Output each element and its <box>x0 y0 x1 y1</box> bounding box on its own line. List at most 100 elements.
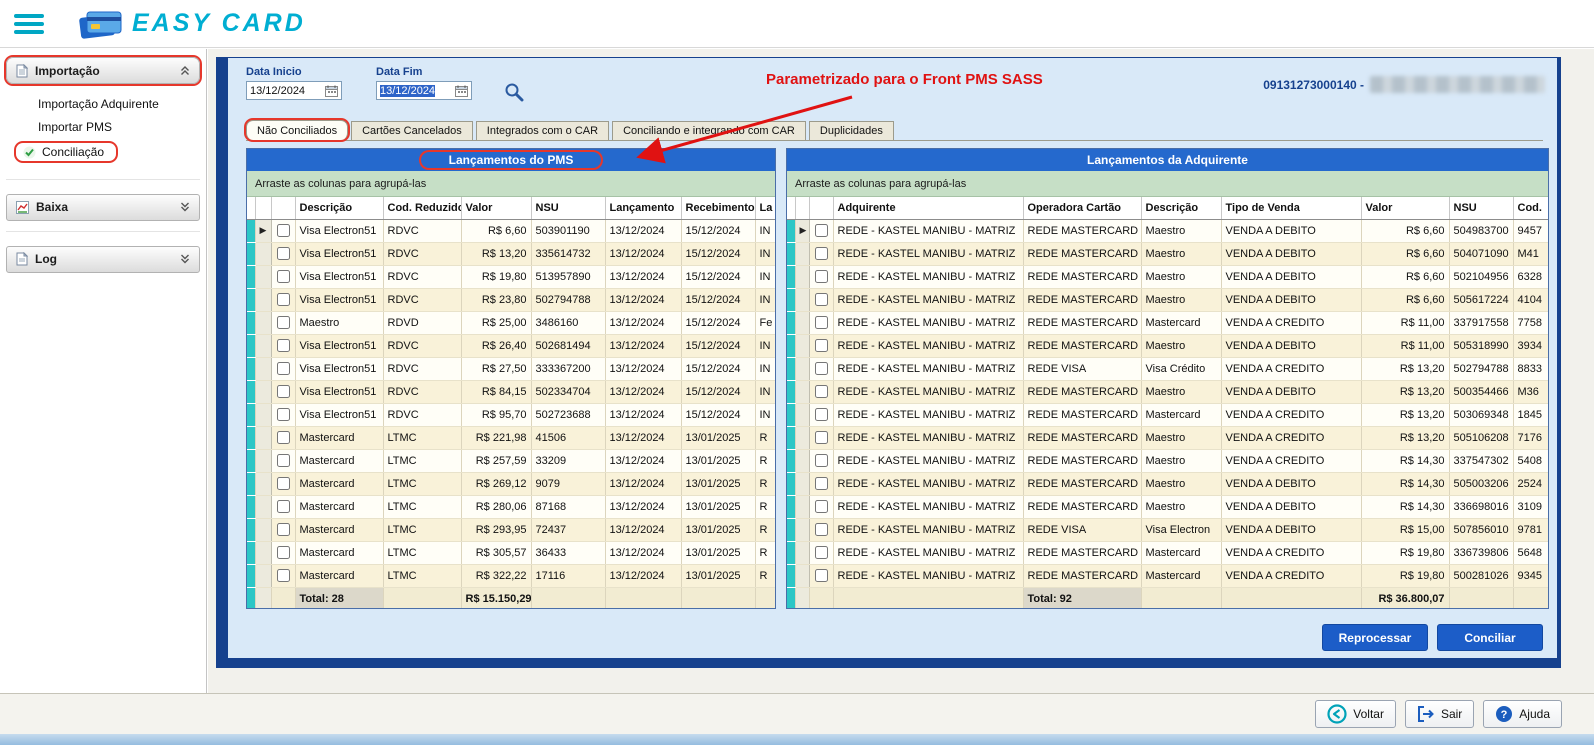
tab-cartoes-cancelados[interactable]: Cartões Cancelados <box>351 121 473 140</box>
column-header[interactable]: Valor <box>1361 197 1450 220</box>
table-row[interactable]: Mastercard LTMC R$ 269,12 9079 13/12/2024 13/… <box>247 472 775 496</box>
row-checkbox[interactable] <box>276 316 290 329</box>
table-row[interactable]: ▶ Visa Electron51 RDVC R$ 6,60 503901190 13/1… <box>247 219 775 243</box>
column-header[interactable]: Tipo de Venda <box>1221 197 1362 220</box>
search-button[interactable] <box>504 82 524 105</box>
row-selector[interactable] <box>255 449 272 473</box>
row-checkbox[interactable] <box>276 362 290 375</box>
column-header[interactable]: Adquirente <box>833 197 1024 220</box>
row-checkbox[interactable] <box>814 523 828 536</box>
row-checkbox[interactable] <box>814 316 828 329</box>
table-row[interactable]: Visa Electron51 RDVC R$ 27,50 333367200 13/1… <box>247 357 775 381</box>
row-checkbox[interactable] <box>276 431 290 444</box>
conciliar-button[interactable]: Conciliar <box>1437 624 1543 651</box>
table-row[interactable]: ▶ REDE - KASTEL MANIBU - MATRIZ REDE MASTE… <box>787 219 1548 243</box>
table-row[interactable]: Visa Electron51 RDVC R$ 95,70 502723688 13/1… <box>247 403 775 427</box>
row-checkbox[interactable] <box>814 431 828 444</box>
reprocessar-button[interactable]: Reprocessar <box>1322 624 1428 651</box>
row-selector[interactable] <box>795 518 810 542</box>
calendar-icon[interactable] <box>325 85 338 97</box>
column-header[interactable]: Lançamento <box>605 197 682 220</box>
row-check-cell[interactable] <box>809 495 834 519</box>
table-row[interactable]: REDE - KASTEL MANIBU - MATRIZ REDE MASTER… <box>787 495 1548 519</box>
row-checkbox[interactable] <box>814 270 828 283</box>
row-selector[interactable] <box>255 564 272 588</box>
column-header[interactable]: Cod. Reduzido <box>383 197 462 220</box>
row-check-cell[interactable] <box>271 311 296 335</box>
row-selector[interactable] <box>795 449 810 473</box>
row-checkbox[interactable] <box>276 569 290 582</box>
table-row[interactable]: Mastercard LTMC R$ 305,57 36433 13/12/2024 13… <box>247 541 775 565</box>
table-row[interactable]: REDE - KASTEL MANIBU - MATRIZ REDE MASTER… <box>787 334 1548 358</box>
table-row[interactable]: Visa Electron51 RDVC R$ 84,15 502334704 13/1… <box>247 380 775 404</box>
table-row[interactable]: REDE - KASTEL MANIBU - MATRIZ REDE MASTER… <box>787 472 1548 496</box>
row-check-cell[interactable] <box>271 518 296 542</box>
row-checkbox[interactable] <box>814 339 828 352</box>
table-row[interactable]: Mastercard LTMC R$ 293,95 72437 13/12/2024 13… <box>247 518 775 542</box>
row-check-cell[interactable] <box>809 564 834 588</box>
pms-group-drop-zone[interactable]: Arraste as colunas para agrupá-las <box>247 171 775 197</box>
row-checkbox[interactable] <box>814 385 828 398</box>
row-checkbox[interactable] <box>276 224 290 237</box>
table-row[interactable]: REDE - KASTEL MANIBU - MATRIZ REDE MASTER… <box>787 426 1548 450</box>
column-header[interactable]: NSU <box>531 197 606 220</box>
row-check-cell[interactable] <box>271 242 296 266</box>
calendar-icon[interactable] <box>455 85 468 97</box>
table-row[interactable]: Mastercard LTMC R$ 221,98 41506 13/12/2024 13… <box>247 426 775 450</box>
row-selector[interactable] <box>255 380 272 404</box>
row-check-cell[interactable] <box>271 564 296 588</box>
row-check-cell[interactable] <box>271 472 296 496</box>
column-header[interactable]: Descrição <box>1141 197 1222 220</box>
row-selector[interactable] <box>795 564 810 588</box>
row-checkbox[interactable] <box>814 500 828 513</box>
table-row[interactable]: Mastercard LTMC R$ 257,59 33209 13/12/2024 13… <box>247 449 775 473</box>
row-selector[interactable]: ▶ <box>795 219 810 243</box>
row-check-cell[interactable] <box>809 357 834 381</box>
table-row[interactable]: REDE - KASTEL MANIBU - MATRIZ REDE MASTER… <box>787 564 1548 588</box>
row-check-cell[interactable] <box>271 265 296 289</box>
table-row[interactable]: REDE - KASTEL MANIBU - MATRIZ REDE MASTER… <box>787 311 1548 335</box>
table-row[interactable]: REDE - KASTEL MANIBU - MATRIZ REDE MASTER… <box>787 242 1548 266</box>
row-check-cell[interactable] <box>809 426 834 450</box>
table-row[interactable]: REDE - KASTEL MANIBU - MATRIZ REDE MASTER… <box>787 541 1548 565</box>
row-checkbox[interactable] <box>276 454 290 467</box>
sidebar-section-importacao[interactable]: Importação <box>6 57 200 84</box>
row-selector[interactable] <box>795 288 810 312</box>
row-selector[interactable] <box>255 518 272 542</box>
row-check-cell[interactable] <box>809 380 834 404</box>
row-check-cell[interactable] <box>809 518 834 542</box>
column-header[interactable]: Descrição <box>295 197 384 220</box>
column-header[interactable]: Operadora Cartão <box>1023 197 1142 220</box>
row-check-cell[interactable] <box>809 541 834 565</box>
row-selector[interactable] <box>255 495 272 519</box>
table-row[interactable]: Mastercard LTMC R$ 322,22 17116 13/12/2024 13… <box>247 564 775 588</box>
table-row[interactable]: Visa Electron51 RDVC R$ 19,80 513957890 13/1… <box>247 265 775 289</box>
row-checkbox[interactable] <box>814 477 828 490</box>
row-selector[interactable] <box>795 426 810 450</box>
tab-conciliando-e-integrando-com-car[interactable]: Conciliando e integrando com CAR <box>612 121 806 140</box>
data-inicio-input[interactable]: 13/12/2024 <box>246 81 342 100</box>
row-check-cell[interactable] <box>271 426 296 450</box>
row-check-cell[interactable] <box>809 334 834 358</box>
row-selector[interactable] <box>795 403 810 427</box>
sidebar-item-conciliacao[interactable]: Conciliação <box>6 139 200 167</box>
row-checkbox[interactable] <box>814 362 828 375</box>
row-check-cell[interactable] <box>271 449 296 473</box>
table-row[interactable]: Visa Electron51 RDVC R$ 23,80 502794788 13/1… <box>247 288 775 312</box>
table-row[interactable]: REDE - KASTEL MANIBU - MATRIZ REDE VISA Vi… <box>787 518 1548 542</box>
table-row[interactable]: REDE - KASTEL MANIBU - MATRIZ REDE VISA Vi… <box>787 357 1548 381</box>
tab-integrados-com-o-car[interactable]: Integrados com o CAR <box>475 121 610 140</box>
menu-icon[interactable] <box>14 10 44 38</box>
table-row[interactable]: REDE - KASTEL MANIBU - MATRIZ REDE MASTER… <box>787 265 1548 289</box>
tab-nao-conciliados[interactable]: Não Conciliados <box>246 120 349 140</box>
row-checkbox[interactable] <box>276 500 290 513</box>
row-checkbox[interactable] <box>814 247 828 260</box>
row-check-cell[interactable] <box>809 219 834 243</box>
row-check-cell[interactable] <box>271 495 296 519</box>
row-check-cell[interactable] <box>809 403 834 427</box>
row-check-cell[interactable] <box>271 219 296 243</box>
row-checkbox[interactable] <box>276 385 290 398</box>
row-checkbox[interactable] <box>276 546 290 559</box>
row-selector[interactable] <box>255 334 272 358</box>
sidebar-item-importacao-adquirente[interactable]: Importação Adquirente <box>6 93 200 116</box>
